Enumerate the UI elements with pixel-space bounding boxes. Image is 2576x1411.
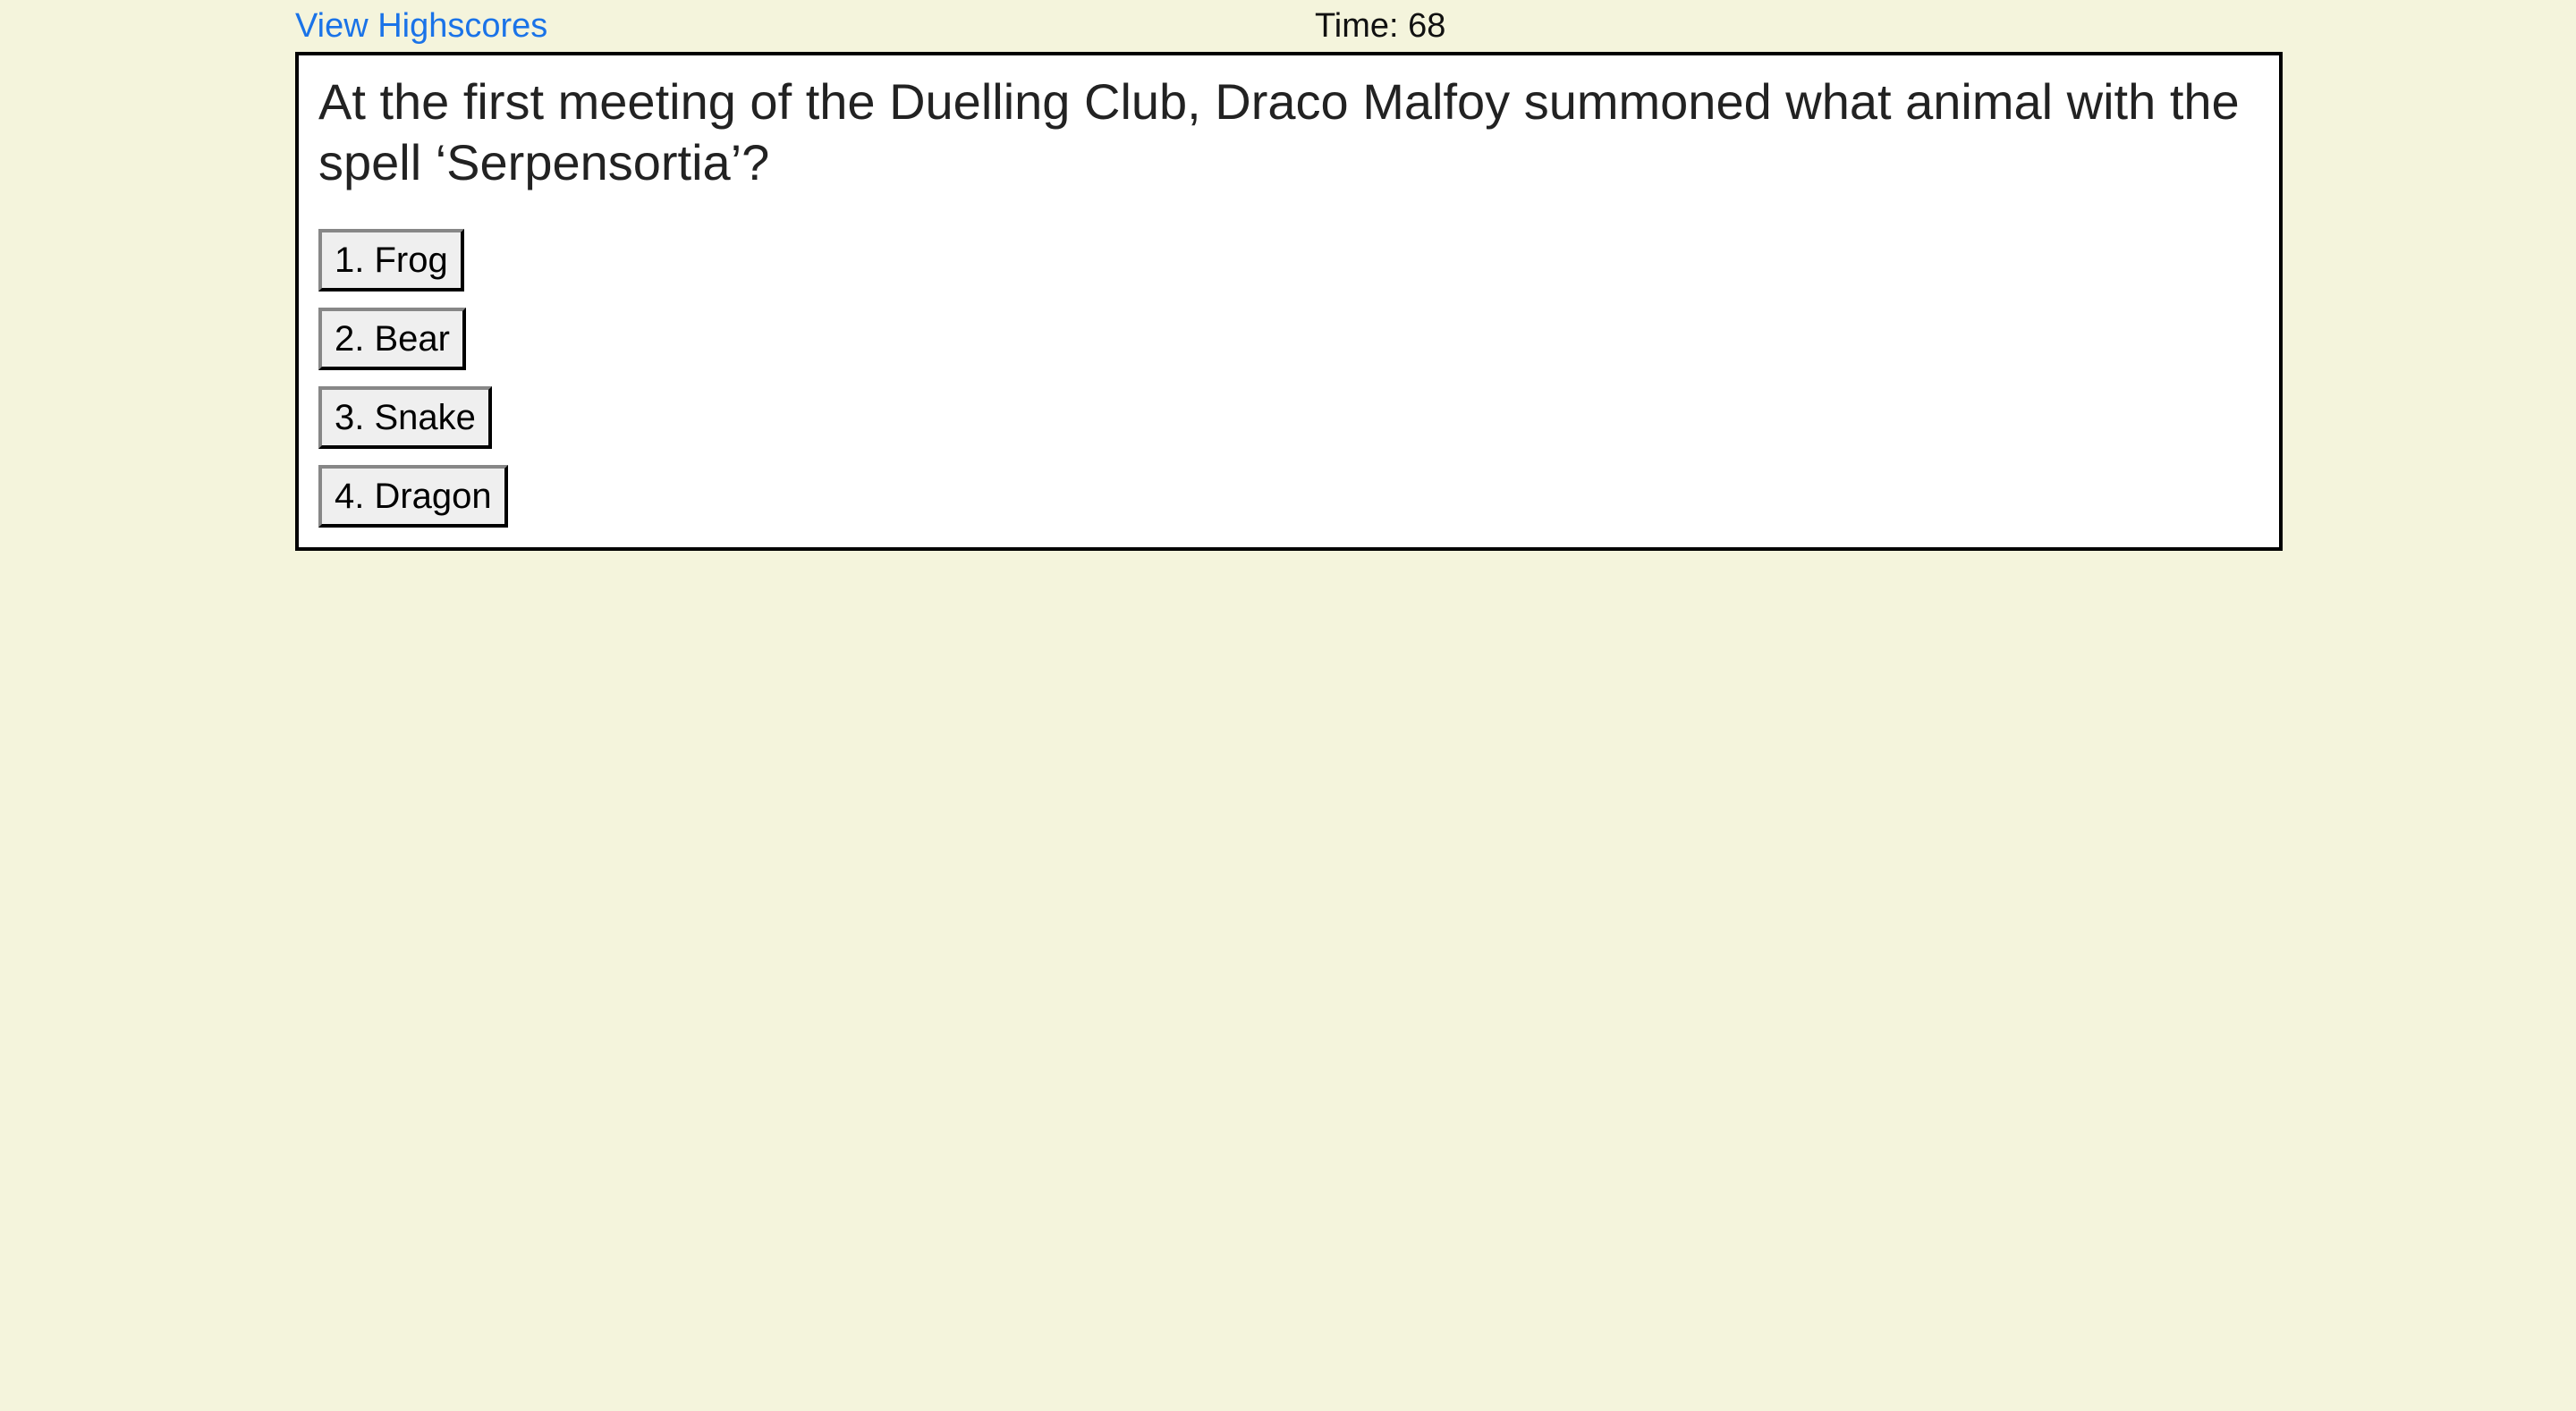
answer-button-snake[interactable]: 3. Snake	[318, 386, 492, 449]
timer-display: Time: 68	[1315, 7, 1446, 45]
question-text: At the first meeting of the Duelling Clu…	[318, 73, 2240, 190]
view-highscores-link[interactable]: View Highscores	[295, 7, 547, 46]
answer-button-dragon[interactable]: 4. Dragon	[318, 465, 508, 528]
answer-list: 1. Frog 2. Bear 3. Snake 4. Dragon	[318, 229, 508, 544]
top-bar: View Highscores Time: 68	[295, 4, 2281, 48]
answer-button-frog[interactable]: 1. Frog	[318, 229, 464, 291]
quiz-card: At the first meeting of the Duelling Clu…	[295, 52, 2283, 551]
answer-button-bear[interactable]: 2. Bear	[318, 308, 466, 370]
